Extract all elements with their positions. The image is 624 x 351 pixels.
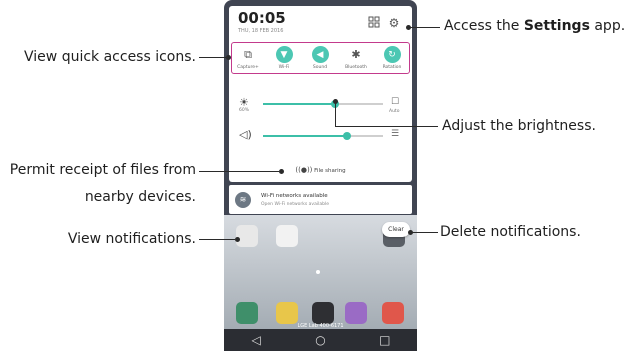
callout-quick-access: View quick access icons. <box>24 49 196 65</box>
settings-gear-icon[interactable]: ⚙ <box>387 16 401 30</box>
leader-line-settings <box>410 27 440 28</box>
brightness-slider[interactable]: ☀ 60% ☐ Auto <box>239 96 404 114</box>
auto-label: Auto <box>389 109 400 114</box>
notification-subtitle: Open Wi-Fi networks available <box>261 202 329 207</box>
gallery-app-icon[interactable] <box>345 302 367 324</box>
apps-grid-icon[interactable] <box>367 16 381 30</box>
callout-files-line1: Permit receipt of files from <box>9 162 196 178</box>
leader-line-delete <box>412 232 438 233</box>
leader-dot-notifications <box>235 237 240 242</box>
leader-line-brightness-v <box>335 102 336 126</box>
phone-screenshot: LGE Lab 400-6171 00:05 THU, 18 FEB 2016 … <box>224 0 417 351</box>
wifi-icon: ▼ <box>275 46 293 63</box>
clock-date: THU, 18 FEB 2016 <box>238 28 284 34</box>
file-sharing-label: File sharing <box>314 168 346 174</box>
clear-button[interactable]: Clear <box>382 222 410 237</box>
callout-files-line2: nearby devices. <box>84 189 196 205</box>
leader-line-files <box>199 171 279 172</box>
back-icon[interactable]: ◁ <box>246 333 266 347</box>
equalizer-icon[interactable]: ☰ <box>391 129 399 139</box>
notification-title: Wi-Fi networks available <box>261 193 328 199</box>
quick-toggle-capture[interactable]: ⧉ Capture+ <box>234 46 262 71</box>
volume-icon: ◁) <box>239 128 252 141</box>
phone-app-icon[interactable] <box>236 302 258 324</box>
callout-settings: Access the Settings app. <box>444 18 624 34</box>
camera-app-icon[interactable] <box>312 302 334 324</box>
volume-track[interactable] <box>263 132 383 140</box>
page-indicator <box>316 270 320 274</box>
navigation-bar: ◁ ○ □ <box>224 329 417 351</box>
notification-panel: 00:05 THU, 18 FEB 2016 ⚙ ⧉ Capture+ ▼ Wi… <box>229 6 412 182</box>
wifi-notification-icon: ≋ <box>235 192 251 208</box>
chrome-app-icon[interactable] <box>382 302 404 324</box>
leader-dot-quick-access <box>226 55 231 60</box>
leader-line-quick-access <box>199 57 226 58</box>
quick-toggle-wifi[interactable]: ▼ Wi-Fi <box>270 46 298 70</box>
auto-brightness-checkbox[interactable]: ☐ <box>391 97 399 107</box>
quick-access-bar: ⧉ Capture+ ▼ Wi-Fi ◀ Sound ✱ Bluetooth ↻… <box>231 42 410 74</box>
callout-delete: Delete notifications. <box>440 224 581 240</box>
play-store-app-icon[interactable] <box>276 225 298 247</box>
volume-slider[interactable]: ◁) ☰ <box>239 128 404 144</box>
rotation-icon: ↻ <box>383 46 401 63</box>
brightness-track[interactable] <box>263 100 383 108</box>
callout-notifications: View notifications. <box>67 231 196 247</box>
clock-time: 00:05 <box>238 9 286 27</box>
leader-dot-files <box>279 169 284 174</box>
folder-app-icon[interactable] <box>236 225 258 247</box>
sound-icon: ◀ <box>311 46 329 63</box>
notification-card[interactable]: ≋ Wi-Fi networks available Open Wi-Fi ne… <box>229 185 412 214</box>
quick-toggle-bluetooth[interactable]: ✱ Bluetooth <box>342 46 370 70</box>
bluetooth-icon: ✱ <box>351 48 361 61</box>
home-icon[interactable]: ○ <box>310 333 330 347</box>
file-sharing-toggle[interactable]: ((●)) File sharing <box>229 166 412 174</box>
brightness-percent: 60% <box>239 108 250 113</box>
callout-brightness: Adjust the brightness. <box>442 118 596 134</box>
quick-toggle-rotation[interactable]: ↻ Rotation <box>378 46 406 70</box>
capture-icon: ⧉ <box>244 47 252 61</box>
leader-line-brightness-h <box>335 126 438 127</box>
messages-app-icon[interactable] <box>276 302 298 324</box>
quick-toggle-sound[interactable]: ◀ Sound <box>306 46 334 70</box>
recents-icon[interactable]: □ <box>375 333 395 347</box>
leader-line-notifications <box>199 239 235 240</box>
file-sharing-icon: ((●)) <box>295 166 313 174</box>
volume-thumb[interactable] <box>343 132 351 140</box>
